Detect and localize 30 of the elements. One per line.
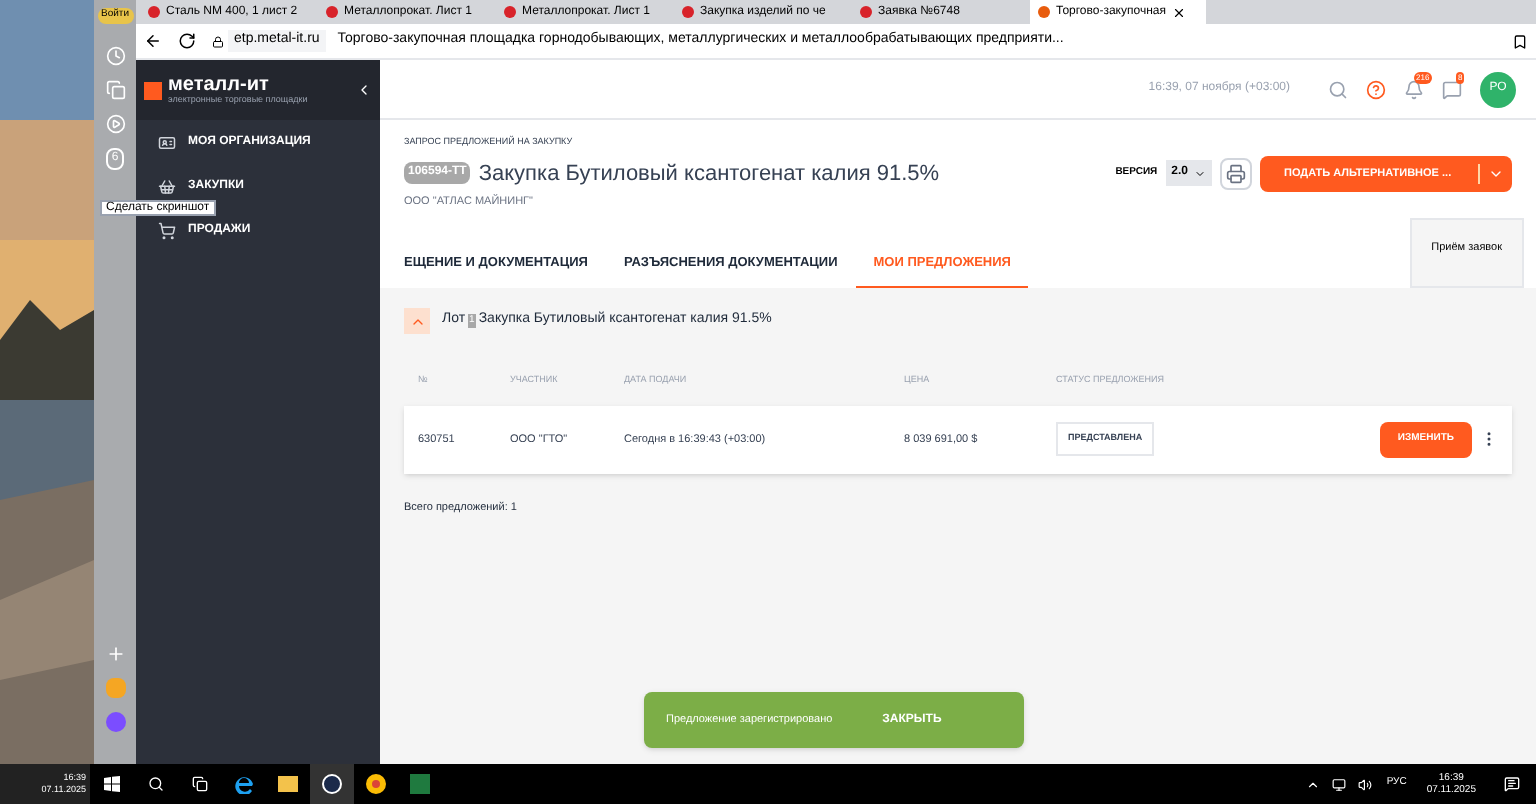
expand-toggle[interactable] bbox=[404, 308, 430, 334]
favicon-icon bbox=[1038, 6, 1050, 18]
notifications-icon[interactable] bbox=[1504, 776, 1520, 792]
logo: металл-ит bbox=[168, 75, 271, 96]
back-icon[interactable] bbox=[144, 32, 162, 50]
browser-icon[interactable] bbox=[310, 764, 354, 804]
lock-icon bbox=[212, 35, 224, 47]
favicon-icon bbox=[326, 6, 338, 18]
volume-icon[interactable] bbox=[1358, 777, 1373, 791]
basket-icon bbox=[158, 177, 176, 195]
page-heading: Закупка Бутиловый ксантогенат калия 91.5% bbox=[478, 159, 940, 189]
collapse-icon[interactable] bbox=[356, 82, 372, 98]
chat-icon[interactable] bbox=[1442, 79, 1462, 99]
bell-icon[interactable] bbox=[1404, 79, 1424, 99]
cart-icon bbox=[158, 221, 176, 239]
favicon-icon bbox=[682, 6, 694, 18]
task-view-icon[interactable] bbox=[192, 776, 208, 792]
print-button[interactable] bbox=[1220, 157, 1252, 190]
favicon-icon bbox=[148, 6, 160, 18]
id-card-icon bbox=[158, 133, 176, 151]
caret-icon bbox=[1194, 167, 1206, 180]
tray-icon[interactable] bbox=[1306, 777, 1321, 791]
favicon-icon bbox=[504, 6, 516, 18]
network-icon[interactable] bbox=[1332, 777, 1347, 791]
logo-icon bbox=[144, 81, 162, 99]
bookmark-icon[interactable] bbox=[1512, 33, 1528, 49]
reload-icon[interactable] bbox=[178, 32, 196, 50]
favicon-icon bbox=[860, 6, 872, 18]
close-icon[interactable] bbox=[1171, 5, 1186, 19]
help-icon[interactable] bbox=[1366, 79, 1386, 99]
